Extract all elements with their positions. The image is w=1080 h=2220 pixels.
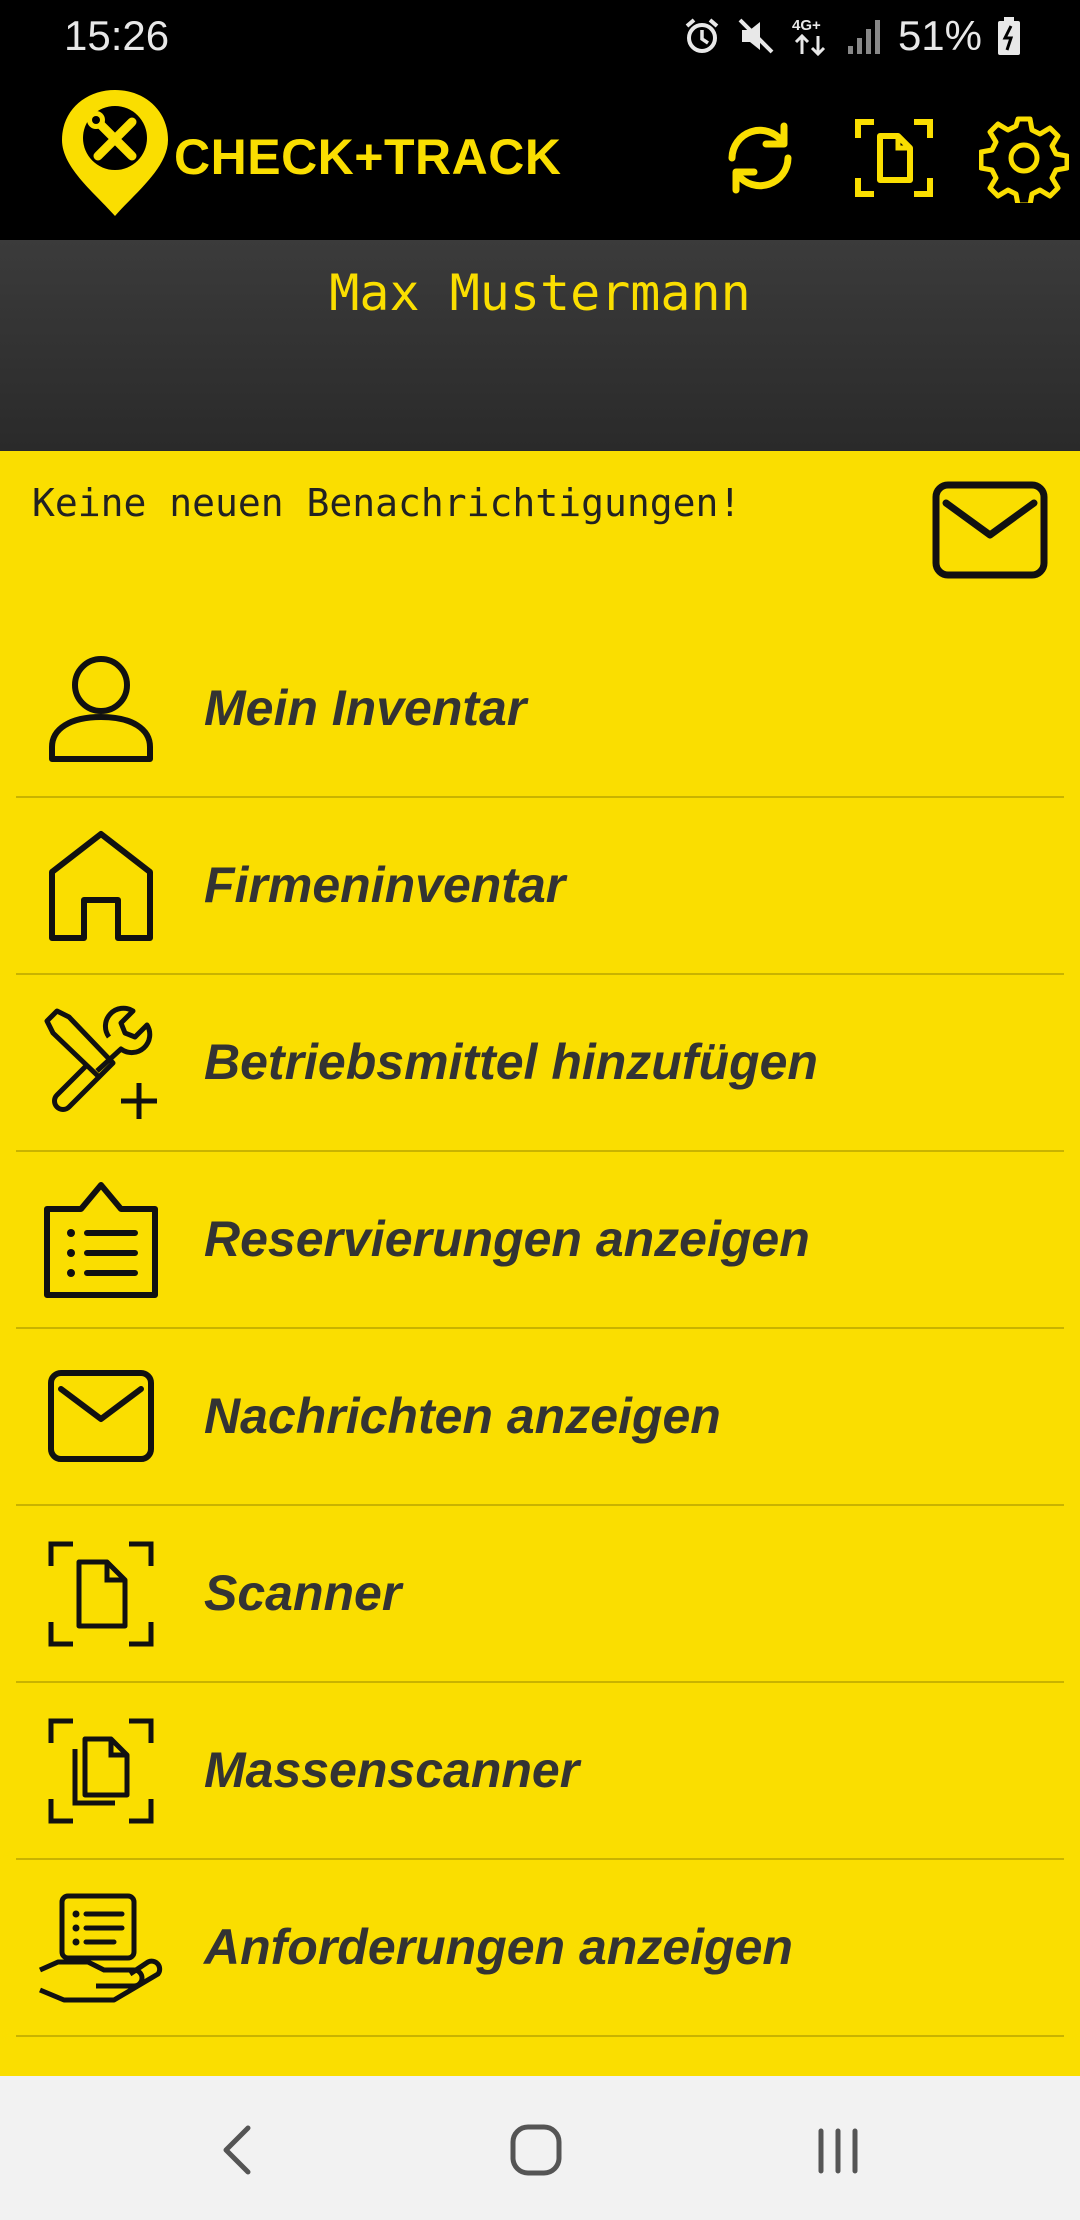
battery-percent: 51% xyxy=(897,12,982,59)
sync-button[interactable] xyxy=(712,112,808,208)
back-button[interactable] xyxy=(196,2112,276,2192)
scan-button[interactable] xyxy=(846,112,942,208)
status-icons: 4G+ 51% xyxy=(682,10,1022,62)
gear-icon xyxy=(978,113,1070,208)
notification-bar: Keine neuen Benachrichtigungen! xyxy=(0,451,1080,611)
menu-item-anforderungen-anzeigen[interactable]: Anforderungen anzeigen xyxy=(16,1860,1064,2037)
app-logo xyxy=(56,86,174,218)
sync-icon xyxy=(718,116,802,205)
menu-item-reservierungen-anzeigen[interactable]: Reservierungen anzeigen xyxy=(16,1152,1064,1329)
menu-item-label: Mein Inventar xyxy=(204,680,527,736)
menu-item-betriebsmittel-hinzufuegen[interactable]: Betriebsmittel hinzufügen xyxy=(16,975,1064,1152)
menu-item-label: Scanner xyxy=(204,1565,402,1621)
menu-item-scanner[interactable]: Scanner xyxy=(16,1506,1064,1683)
menu-item-mein-inventar[interactable]: Mein Inventar xyxy=(16,621,1064,798)
mute-icon xyxy=(736,16,776,56)
tools-add-icon xyxy=(36,1003,166,1123)
app-bar: CHECK+TRACK xyxy=(0,72,1080,240)
user-header: Max Mustermann xyxy=(0,240,1080,451)
main-menu: Mein Inventar Firmeninventar Betriebsmit… xyxy=(0,621,1080,2037)
notification-text: Keine neuen Benachrichtigungen! xyxy=(32,481,742,525)
home-button[interactable] xyxy=(496,2112,576,2192)
battery-icon xyxy=(996,16,1022,56)
app-title: CHECK+TRACK xyxy=(174,129,562,185)
notification-mail-button[interactable] xyxy=(932,481,1048,581)
network-4g-icon: 4G+ xyxy=(790,14,830,58)
menu-item-label: Massenscanner xyxy=(204,1742,580,1798)
signal-icon xyxy=(844,16,884,56)
menu-item-label: Reservierungen anzeigen xyxy=(204,1211,810,1267)
menu-item-label: Anforderungen anzeigen xyxy=(204,1919,793,1975)
menu-item-nachrichten-anzeigen[interactable]: Nachrichten anzeigen xyxy=(16,1329,1064,1506)
recent-apps-button[interactable] xyxy=(798,2112,878,2192)
back-icon xyxy=(216,2122,256,2183)
mail-icon xyxy=(932,481,1048,585)
status-bar: 15:26 4G+ 51% xyxy=(0,0,1080,72)
scan-document-icon xyxy=(852,116,936,205)
menu-item-firmeninventar[interactable]: Firmeninventar xyxy=(16,798,1064,975)
person-icon xyxy=(36,649,166,769)
menu-item-label: Firmeninventar xyxy=(204,857,566,913)
recent-apps-icon xyxy=(813,2125,863,2180)
mail-icon xyxy=(36,1357,166,1477)
svg-text:4G+: 4G+ xyxy=(792,17,821,34)
home-icon xyxy=(508,2122,564,2183)
hand-document-icon xyxy=(36,1888,166,2008)
status-time: 15:26 xyxy=(64,12,170,59)
settings-button[interactable] xyxy=(976,112,1072,208)
user-name: Max Mustermann xyxy=(329,264,751,322)
scan-document-icon xyxy=(36,1534,166,1654)
menu-item-label: Betriebsmittel hinzufügen xyxy=(204,1034,818,1090)
alarm-icon xyxy=(682,16,722,56)
scan-multiple-documents-icon xyxy=(36,1711,166,1831)
house-icon xyxy=(36,826,166,946)
menu-item-massenscanner[interactable]: Massenscanner xyxy=(16,1683,1064,1860)
clipboard-list-icon xyxy=(36,1180,166,1300)
system-nav-bar xyxy=(0,2076,1080,2220)
menu-item-label: Nachrichten anzeigen xyxy=(204,1388,721,1444)
